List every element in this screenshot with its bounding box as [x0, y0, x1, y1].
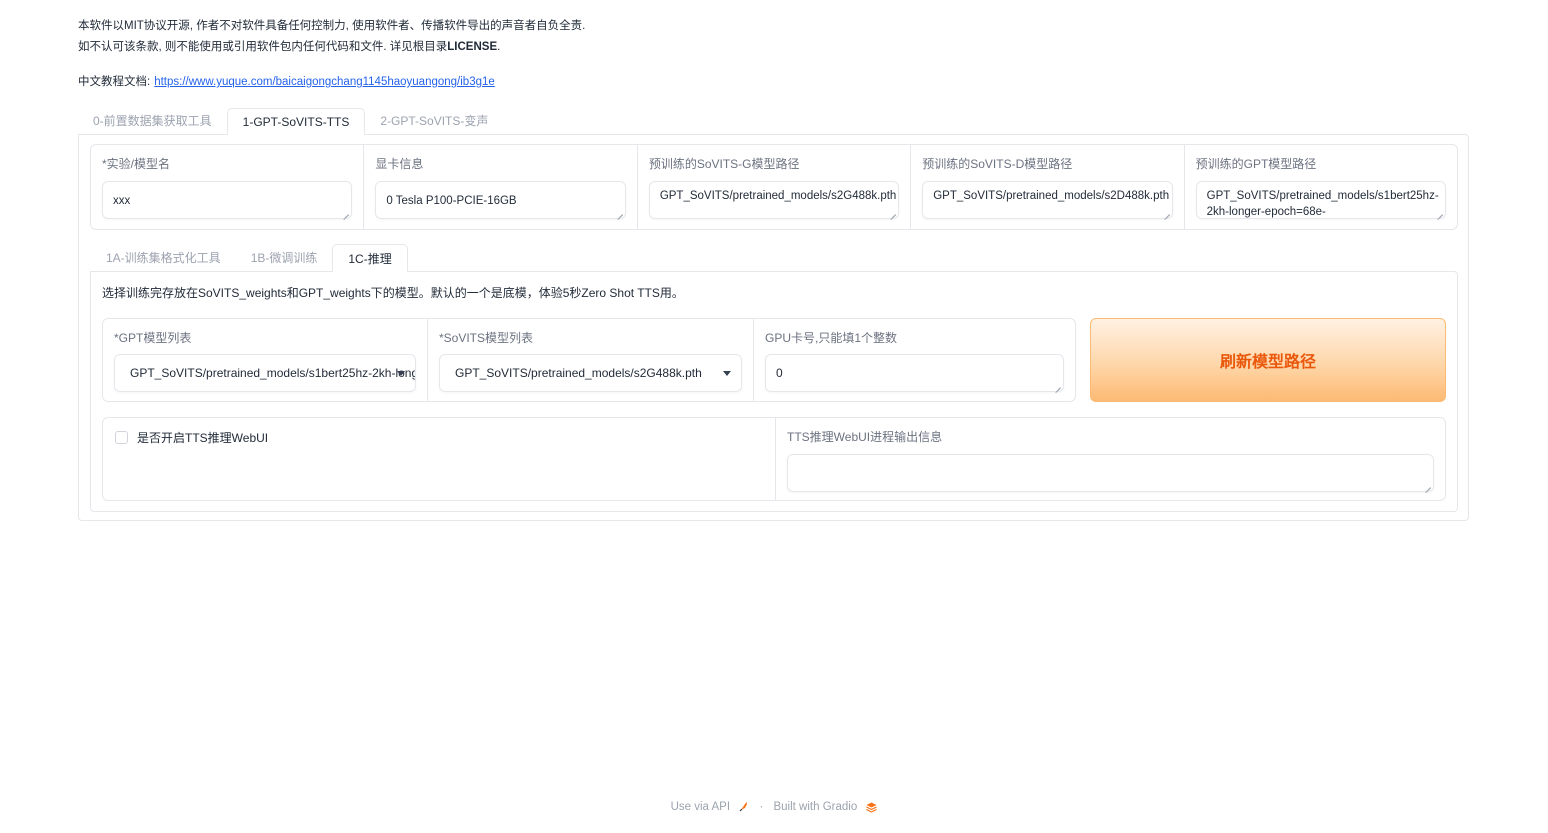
gpu-id-label: GPU卡号,只能填1个整数: [765, 331, 898, 345]
resize-handle-icon[interactable]: [616, 208, 623, 215]
footer-separator: ·: [759, 801, 764, 813]
license-text: LICENSE: [447, 41, 498, 53]
tab-gpt-sovits-tts[interactable]: 1-GPT-SoVITS-TTS: [226, 108, 366, 135]
notice-line-2: 如不认可该条款, 则不能使用或引用软件包内任何代码和文件. 详见根目录LICEN…: [78, 37, 585, 58]
notice-line-2-text: 如不认可该条款, 则不能使用或引用软件包内任何代码和文件. 详见根目录: [78, 41, 448, 53]
chevron-down-icon[interactable]: [723, 371, 731, 376]
tab-finetune[interactable]: 1B-微调训练: [236, 244, 333, 272]
resize-handle-icon[interactable]: [1436, 208, 1443, 215]
sovits-g-path-label: 预训练的SoVITS-G模型路径: [648, 157, 800, 171]
use-via-api-link[interactable]: Use via API: [671, 801, 730, 813]
gpt-path-field: 预训练的GPT模型路径 GPT_SoVITS/pretrained_models…: [1185, 145, 1457, 229]
notice-line-1: 本软件以MIT协议开源, 作者不对软件具备任何控制力, 使用软件者、传播软件导出…: [78, 20, 586, 32]
model-select-row: *GPT模型列表 GPT_SoVITS/pretrained_models/s1…: [102, 318, 1076, 402]
tts-webui-checkbox[interactable]: [115, 431, 128, 444]
doc-label: 中文教程文档:: [78, 76, 151, 88]
gpt-model-label: *GPT模型列表: [114, 331, 192, 345]
rocket-icon: [739, 802, 748, 812]
experiment-name-input[interactable]: xxx: [102, 181, 353, 219]
sovits-d-path-field: 预训练的SoVITS-D模型路径 GPT_SoVITS/pretrained_m…: [911, 145, 1185, 229]
sovits-model-dropdown[interactable]: GPT_SoVITS/pretrained_models/s2G488k.pth: [439, 354, 742, 392]
tts-output-label: TTS推理WebUI进程输出信息: [787, 430, 943, 444]
chevron-down-icon[interactable]: [397, 371, 405, 376]
gpt-model-field: *GPT模型列表 GPT_SoVITS/pretrained_models/s1…: [103, 319, 428, 401]
gpu-info-field: 显卡信息 0 Tesla P100-PCIE-16GB: [364, 145, 638, 229]
top-tabs: 0-前置数据集获取工具 1-GPT-SoVITS-TTS 2-GPT-SoVIT…: [78, 108, 503, 135]
built-with-gradio-link[interactable]: Built with Gradio: [773, 801, 857, 813]
gpu-info-label: 显卡信息: [375, 157, 424, 171]
gpu-id-field: GPU卡号,只能填1个整数 0: [754, 319, 1075, 401]
sovits-d-path-label: 预训练的SoVITS-D模型路径: [922, 157, 1073, 171]
notice-line-2-end: .: [497, 41, 501, 53]
doc-line: 中文教程文档: https://www.yuque.com/baicaigongc…: [78, 73, 495, 89]
resize-handle-icon[interactable]: [1424, 481, 1431, 488]
model-settings-row: *实验/模型名 xxx 显卡信息 0 Tesla P100-PCIE-16GB …: [90, 144, 1458, 230]
resize-handle-icon[interactable]: [342, 208, 349, 215]
tts-output-textbox[interactable]: [787, 454, 1434, 492]
tab-dataset-format[interactable]: 1A-训练集格式化工具: [91, 244, 236, 272]
sub-tabs: 1A-训练集格式化工具 1B-微调训练 1C-推理: [91, 244, 408, 272]
gpt-path-label: 预训练的GPT模型路径: [1195, 157, 1317, 171]
sovits-g-path-field: 预训练的SoVITS-G模型路径 GPT_SoVITS/pretrained_m…: [638, 145, 912, 229]
sovits-d-path-input[interactable]: GPT_SoVITS/pretrained_models/s2D488k.pth: [922, 181, 1173, 219]
gpt-model-dropdown[interactable]: GPT_SoVITS/pretrained_models/s1bert25hz-…: [114, 354, 416, 392]
experiment-name-label: *实验/模型名: [102, 157, 171, 171]
footer: Use via API · Built with Gradio: [0, 801, 1548, 813]
tab-dataset-tools[interactable]: 0-前置数据集获取工具: [78, 108, 227, 135]
refresh-model-paths-button[interactable]: 刷新模型路径: [1090, 318, 1446, 402]
tts-webui-toggle-cell: 是否开启TTS推理WebUI: [103, 418, 776, 500]
sovits-g-path-input[interactable]: GPT_SoVITS/pretrained_models/s2G488k.pth: [648, 181, 900, 219]
doc-link[interactable]: https://www.yuque.com/baicaigongchang114…: [154, 76, 495, 88]
resize-handle-icon[interactable]: [1054, 381, 1061, 388]
gradio-logo-icon: [866, 802, 878, 813]
resize-handle-icon[interactable]: [1163, 208, 1170, 215]
tab-voice-conversion[interactable]: 2-GPT-SoVITS-变声: [365, 108, 503, 135]
gpt-path-input[interactable]: GPT_SoVITS/pretrained_models/s1bert25hz-…: [1195, 181, 1447, 219]
gpu-id-input[interactable]: 0: [765, 354, 1064, 392]
inference-description: 选择训练完存放在SoVITS_weights和GPT_weights下的模型。默…: [102, 286, 684, 300]
tab-inference[interactable]: 1C-推理: [332, 244, 408, 272]
resize-handle-icon[interactable]: [889, 208, 896, 215]
sovits-model-field: *SoVITS模型列表 GPT_SoVITS/pretrained_models…: [428, 319, 754, 401]
sovits-model-label: *SoVITS模型列表: [439, 331, 534, 345]
tts-webui-row: 是否开启TTS推理WebUI TTS推理WebUI进程输出信息: [102, 417, 1446, 501]
gpu-info-input[interactable]: 0 Tesla P100-PCIE-16GB: [375, 181, 626, 219]
license-notice: 本软件以MIT协议开源, 作者不对软件具备任何控制力, 使用软件者、传播软件导出…: [78, 16, 585, 58]
tts-webui-checkbox-label[interactable]: 是否开启TTS推理WebUI: [137, 429, 268, 446]
experiment-name-field: *实验/模型名 xxx: [91, 145, 365, 229]
